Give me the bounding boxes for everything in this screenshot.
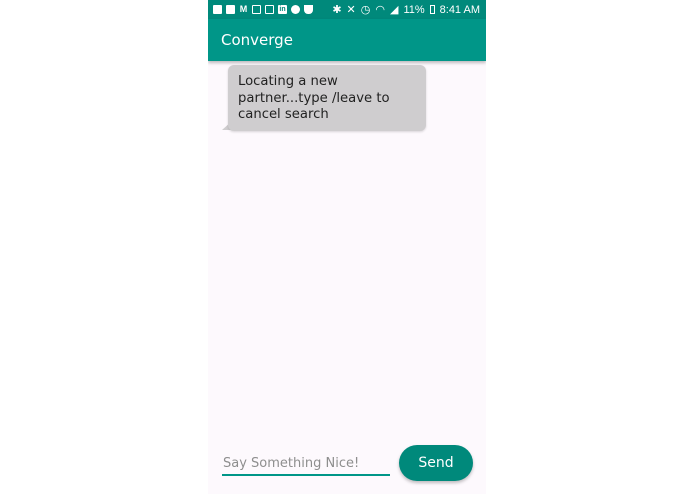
message-text: Locating a new partner...type /leave to … [238, 74, 390, 122]
message-input[interactable] [222, 452, 391, 474]
send-button[interactable]: Send [399, 445, 473, 481]
message-bubble: Locating a new partner...type /leave to … [228, 65, 426, 131]
mail-icon [226, 5, 235, 14]
input-underline [222, 474, 390, 476]
linkedin-icon: in [278, 5, 287, 14]
notification-icons: M in [208, 5, 313, 14]
system-icons: ✱ ✕ ◷ ◠ ◢ 11% 8:41 AM [332, 0, 480, 19]
wifi-icon: ◠ [375, 4, 385, 16]
app-title: Converge [221, 31, 293, 49]
status-bar: M in ✱ ✕ ◷ ◠ ◢ 11% 8:41 AM [208, 0, 486, 19]
image-icon [252, 5, 261, 14]
sync-icon [291, 5, 300, 14]
battery-percent: 11% [403, 3, 425, 16]
alarm-icon: ◷ [360, 4, 371, 16]
news-icon [265, 5, 274, 14]
app-bar: Converge [208, 19, 486, 61]
mute-icon: ✕ [346, 4, 356, 16]
clock: 8:41 AM [439, 3, 480, 16]
pocket-icon [304, 5, 313, 14]
bluetooth-icon: ✱ [332, 4, 342, 16]
clipboard-icon [213, 5, 222, 14]
gmail-icon: M [239, 4, 248, 14]
battery-icon [429, 5, 435, 14]
signal-icon: ◢ [389, 4, 399, 16]
phone-screen: M in ✱ ✕ ◷ ◠ ◢ 11% 8:41 AM Converge Loca… [208, 0, 486, 494]
